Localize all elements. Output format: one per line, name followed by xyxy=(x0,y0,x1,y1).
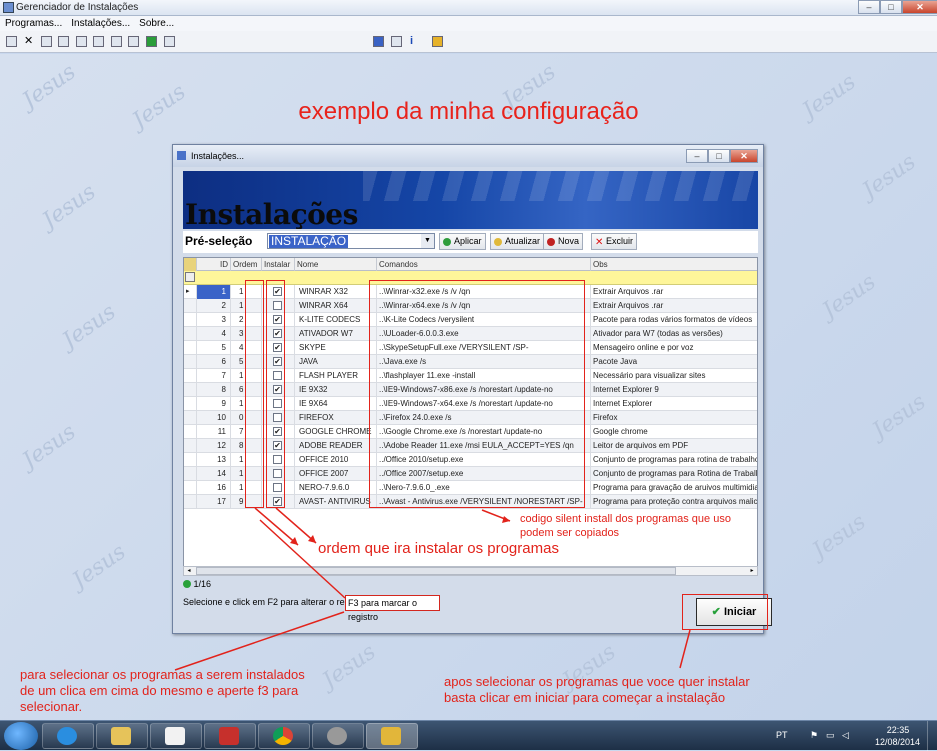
taskbar: PT ⚑ ▭ ◁ 22:35 12/08/2014 xyxy=(0,720,937,751)
taskbar-app[interactable] xyxy=(204,723,256,749)
taskbar-media[interactable] xyxy=(150,723,202,749)
ie-icon xyxy=(57,727,77,745)
arrow-f3-b xyxy=(174,611,345,671)
annotation-select: para selecionar os programas a serem ins… xyxy=(20,667,305,714)
clock-date[interactable]: 12/08/2014 xyxy=(870,737,925,747)
annotation-start: apos selecionar os programas que voce qu… xyxy=(444,674,750,705)
annotation-order: ordem que ira instalar os programas xyxy=(318,540,559,557)
arrow-start xyxy=(679,629,691,669)
volume-icon[interactable]: ◁ xyxy=(842,730,849,741)
annotation-arrows xyxy=(174,507,691,671)
app-icon-red xyxy=(219,727,239,745)
taskbar-chrome[interactable] xyxy=(258,723,310,749)
media-icon xyxy=(165,727,185,745)
taskbar-explorer[interactable] xyxy=(96,723,148,749)
system-tray: PT ⚑ ▭ ◁ 22:35 12/08/2014 xyxy=(770,721,937,751)
flag-icon[interactable]: ⚑ xyxy=(810,730,818,741)
arrow-order xyxy=(254,507,299,546)
arrow-install xyxy=(275,507,317,544)
windows-start-button[interactable] xyxy=(4,722,38,750)
language-indicator[interactable]: PT xyxy=(776,730,788,740)
taskbar-installer[interactable] xyxy=(366,723,418,749)
show-desktop-button[interactable] xyxy=(927,721,937,751)
network-icon[interactable]: ▭ xyxy=(826,730,835,741)
chrome-icon xyxy=(273,727,293,745)
clock-time[interactable]: 22:35 xyxy=(878,725,918,735)
taskbar-nero[interactable] xyxy=(312,723,364,749)
annotation-silent: codigo silent install dos programas que … xyxy=(520,513,731,539)
taskbar-ie[interactable] xyxy=(42,723,94,749)
nero-icon xyxy=(327,727,347,745)
folder-icon xyxy=(111,727,131,745)
installer-icon xyxy=(381,727,401,745)
